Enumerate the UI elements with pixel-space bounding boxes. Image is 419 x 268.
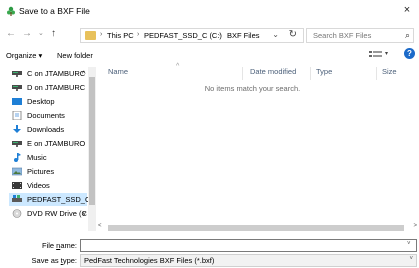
nav-item-desktop[interactable]: Desktop xyxy=(12,95,94,108)
view-options-icon[interactable] xyxy=(369,50,383,60)
column-header-size[interactable]: Size xyxy=(382,67,397,76)
app-logo-icon xyxy=(7,6,15,16)
nav-item-d-on-jtamburc[interactable]: D on JTAMBURC xyxy=(12,81,94,94)
label-text: File xyxy=(41,241,57,250)
network-drive-icon xyxy=(12,85,22,91)
file-list: ^ Name Date modified Type Size No items … xyxy=(98,63,419,223)
column-header-name[interactable]: Name xyxy=(108,67,128,76)
up-button[interactable]: ↑ xyxy=(51,28,56,39)
videos-icon xyxy=(12,182,22,189)
file-name-dropdown-icon[interactable]: ˅ xyxy=(407,241,411,247)
scrollbar-thumb[interactable] xyxy=(89,77,95,205)
nav-item-dvd-rw-drive[interactable]: DVD RW Drive (C ˅ xyxy=(12,207,94,220)
chevron-down-icon: ˅ xyxy=(409,256,413,262)
file-name-field[interactable] xyxy=(80,239,417,252)
breadcrumb-separator: › xyxy=(219,31,222,38)
window-title: Save to a BXF File xyxy=(19,6,90,16)
column-divider[interactable] xyxy=(242,67,243,80)
file-name-label: File name: xyxy=(42,241,77,250)
network-drive-icon xyxy=(12,141,22,147)
empty-folder-message: No items match your search. xyxy=(204,84,301,93)
save-as-type-select[interactable]: PedFast Technologies BXF Files (*.bxf) ˅ xyxy=(80,254,417,267)
breadcrumb-separator: › xyxy=(100,31,103,38)
forward-button[interactable]: → xyxy=(22,28,32,39)
nav-item-c-on-jtamburc[interactable]: C on JTAMBURC ^ xyxy=(12,67,94,80)
address-dropdown-icon[interactable]: ⌄ xyxy=(272,30,279,39)
horizontal-scrollbar[interactable]: < > xyxy=(98,223,419,232)
nav-item-label: Downloads xyxy=(27,125,65,134)
breadcrumb-drive[interactable]: PEDFAST_SSD_C (C:) xyxy=(144,31,222,40)
command-toolbar: Organize ▾ New folder xyxy=(0,46,419,66)
nav-item-label: E on JTAMBURO xyxy=(27,139,86,148)
documents-icon xyxy=(12,111,22,120)
view-dropdown-icon[interactable]: ▾ xyxy=(385,50,388,57)
breadcrumb-this-pc[interactable]: This PC xyxy=(107,31,134,40)
refresh-icon[interactable]: ↻ xyxy=(289,29,297,40)
pictures-icon xyxy=(12,167,22,176)
save-as-type-label: Save as type: xyxy=(32,256,77,265)
desktop-icon xyxy=(12,98,22,105)
downloads-icon xyxy=(13,125,21,133)
label-text: Save as xyxy=(31,256,61,265)
nav-item-documents[interactable]: Documents xyxy=(12,109,94,122)
save-as-type-value: PedFast Technologies BXF Files (*.bxf) xyxy=(84,256,215,265)
scroll-right-icon[interactable]: > xyxy=(413,223,417,229)
nav-item-e-on-jtamburo[interactable]: E on JTAMBURO xyxy=(12,137,94,150)
breadcrumb-separator: › xyxy=(137,31,140,38)
music-icon xyxy=(14,153,21,162)
navigation-pane-scrollbar[interactable] xyxy=(88,67,96,231)
column-header-date-modified[interactable]: Date modified xyxy=(250,67,296,76)
scrollbar-thumb[interactable] xyxy=(108,225,404,231)
navigation-pane: C on JTAMBURC ^ D on JTAMBURC Desktop Do… xyxy=(0,67,97,231)
nav-item-music[interactable]: Music xyxy=(12,151,94,164)
recent-locations-button[interactable]: ⌄ xyxy=(38,29,44,37)
close-button[interactable]: × xyxy=(395,0,419,20)
nav-item-label: Videos xyxy=(27,181,50,190)
help-icon[interactable]: ? xyxy=(404,48,415,59)
column-divider[interactable] xyxy=(376,67,377,80)
nav-item-label: DVD RW Drive (C xyxy=(27,209,87,218)
breadcrumb-bxf-files[interactable]: BXF Files xyxy=(227,31,260,40)
nav-item-label: Music xyxy=(27,153,47,162)
nav-item-pedfast-ssd-c[interactable]: PEDFAST_SSD_C xyxy=(9,193,91,206)
search-input[interactable]: Search BXF Files ⌕ xyxy=(306,28,414,43)
nav-expand-marker: ˅ xyxy=(82,209,87,218)
nav-item-downloads[interactable]: Downloads xyxy=(12,123,94,136)
new-folder-button[interactable]: New folder xyxy=(57,51,93,60)
nav-item-label: Desktop xyxy=(27,97,55,106)
title-bar: Save to a BXF File × xyxy=(0,0,419,22)
sort-indicator-icon: ^ xyxy=(176,63,180,70)
folder-icon xyxy=(85,31,96,40)
label-text: ype: xyxy=(62,256,77,265)
nav-collapse-marker: ^ xyxy=(82,69,86,78)
local-drive-icon xyxy=(12,195,22,202)
nav-item-label: D on JTAMBURC xyxy=(27,83,86,92)
label-text: ame: xyxy=(60,241,77,250)
search-placeholder: Search BXF Files xyxy=(313,31,372,40)
scroll-left-icon[interactable]: < xyxy=(98,223,102,229)
nav-item-videos[interactable]: Videos xyxy=(12,179,94,192)
address-bar[interactable]: › This PC › PEDFAST_SSD_C (C:) › BXF Fil… xyxy=(80,28,304,43)
nav-item-label: PEDFAST_SSD_C xyxy=(27,195,91,204)
column-divider[interactable] xyxy=(310,67,311,80)
nav-item-pictures[interactable]: Pictures xyxy=(12,165,94,178)
column-header-type[interactable]: Type xyxy=(316,67,332,76)
back-button[interactable]: ← xyxy=(6,28,16,39)
nav-item-label: Documents xyxy=(27,111,65,120)
network-drive-icon xyxy=(12,71,22,77)
organize-button[interactable]: Organize ▾ xyxy=(6,51,42,60)
search-icon: ⌕ xyxy=(404,30,410,40)
nav-item-label: C on JTAMBURC xyxy=(27,69,86,78)
nav-item-label: Pictures xyxy=(27,167,55,176)
dvd-drive-icon xyxy=(12,209,22,218)
